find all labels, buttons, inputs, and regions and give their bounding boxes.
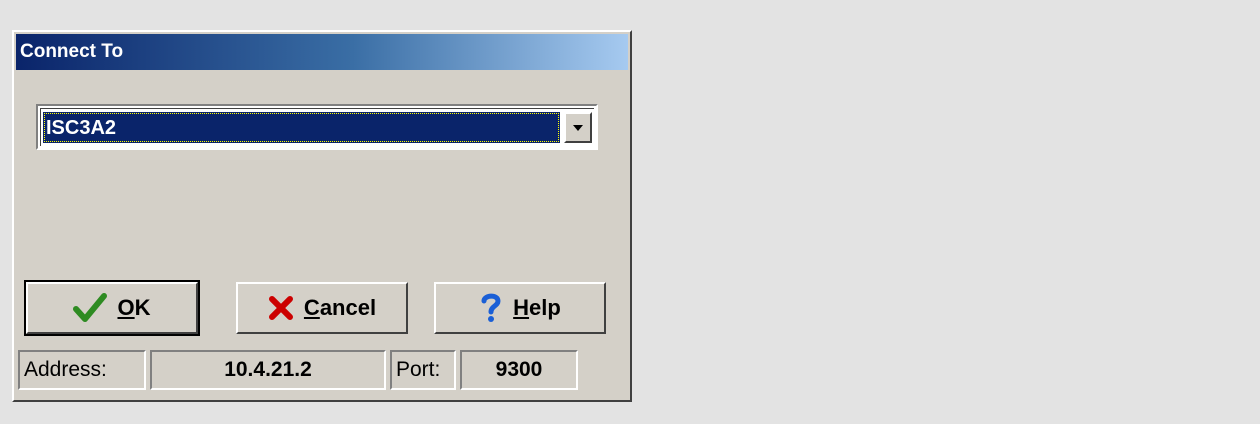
ok-button[interactable]: OK [24, 280, 200, 336]
address-value: 10.4.21.2 [150, 350, 386, 390]
ok-button-label: OK [117, 295, 151, 320]
title-bar: Connect To [16, 34, 628, 70]
port-value: 9300 [460, 350, 578, 390]
question-icon [481, 293, 501, 322]
address-label: Address: [18, 350, 146, 390]
help-button-label: Help [513, 295, 561, 320]
port-label: Port: [390, 350, 456, 390]
dropdown-button[interactable] [564, 112, 592, 143]
cancel-button-label: Cancel [303, 295, 377, 320]
connection-select[interactable]: ISC3A2 [36, 104, 598, 150]
x-icon [268, 296, 293, 320]
help-button[interactable]: Help [434, 282, 606, 334]
dialog-title: Connect To [20, 41, 124, 62]
connection-select-value[interactable]: ISC3A2 [43, 112, 560, 143]
connect-dialog: Connect To ISC3A2 OK Cancel Help Address… [12, 30, 632, 402]
connection-select-field: ISC3A2 [40, 108, 594, 146]
chevron-down-icon [573, 124, 583, 131]
cancel-button[interactable]: Cancel [236, 282, 408, 334]
status-bar: Address: 10.4.21.2 Port: 9300 [18, 348, 626, 394]
checkmark-icon [73, 293, 108, 322]
